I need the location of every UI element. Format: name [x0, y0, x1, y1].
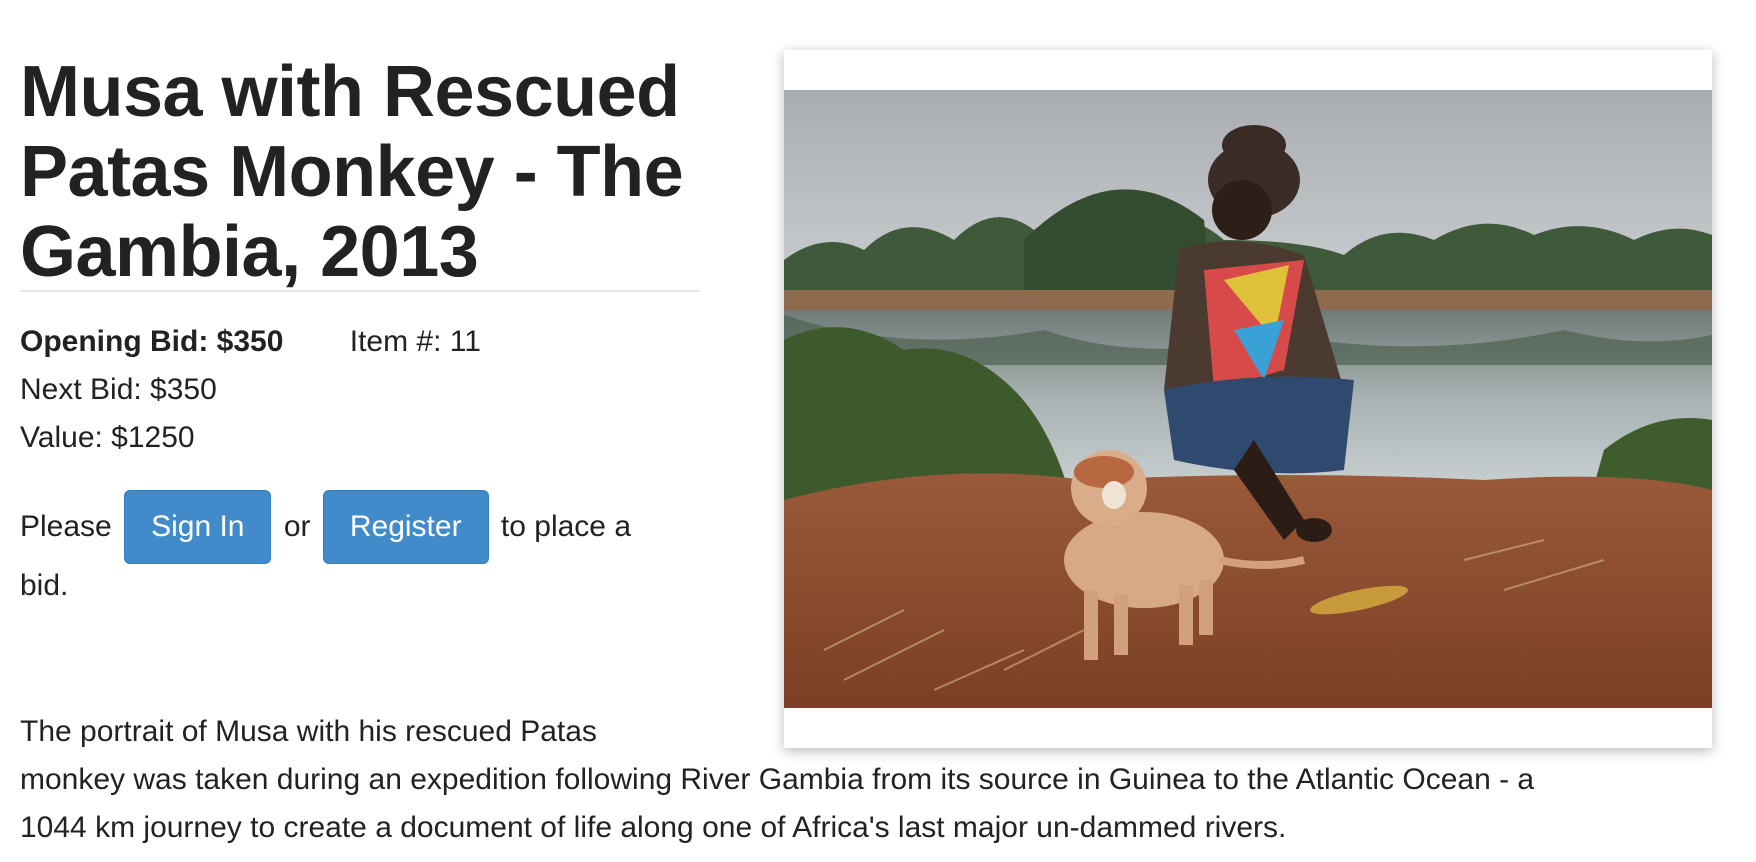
item-photo-frame [784, 50, 1712, 748]
item-value: Value: $1250 [20, 421, 195, 454]
register-button[interactable]: Register [322, 490, 489, 564]
description-line: The portrait of Musa with his rescued Pa… [20, 715, 597, 748]
next-bid: Next Bid: $350 [20, 373, 217, 406]
description-line: monkey was taken during an expedition fo… [20, 763, 1535, 796]
sign-in-button[interactable]: Sign In [124, 490, 272, 564]
item-description: The portrait of Musa with his rescued Pa… [20, 708, 1720, 852]
item-photo [784, 90, 1712, 708]
bid-info: Opening Bid: $350 Item #: 11 Next Bid: $… [20, 318, 481, 462]
photo-illustration [784, 90, 1712, 708]
please-text: Please [20, 510, 112, 543]
bid-text: bid. [20, 569, 69, 602]
item-title: Musa with Rescued Patas Monkey - The Gam… [20, 52, 684, 292]
title-divider [20, 290, 700, 292]
item-number: Item #: 11 [349, 325, 481, 358]
description-line: 1044 km journey to create a document of … [20, 811, 1287, 844]
sign-in-prompt: Please Sign In or Register to place a [20, 490, 700, 564]
auction-item-page: Musa with Rescued Patas Monkey - The Gam… [0, 0, 1756, 862]
or-text: or [283, 510, 311, 543]
opening-bid: Opening Bid: $350 [20, 325, 284, 358]
to-place-text: to place a [500, 510, 632, 543]
bid-row: Opening Bid: $350 Item #: 11 [20, 318, 481, 366]
